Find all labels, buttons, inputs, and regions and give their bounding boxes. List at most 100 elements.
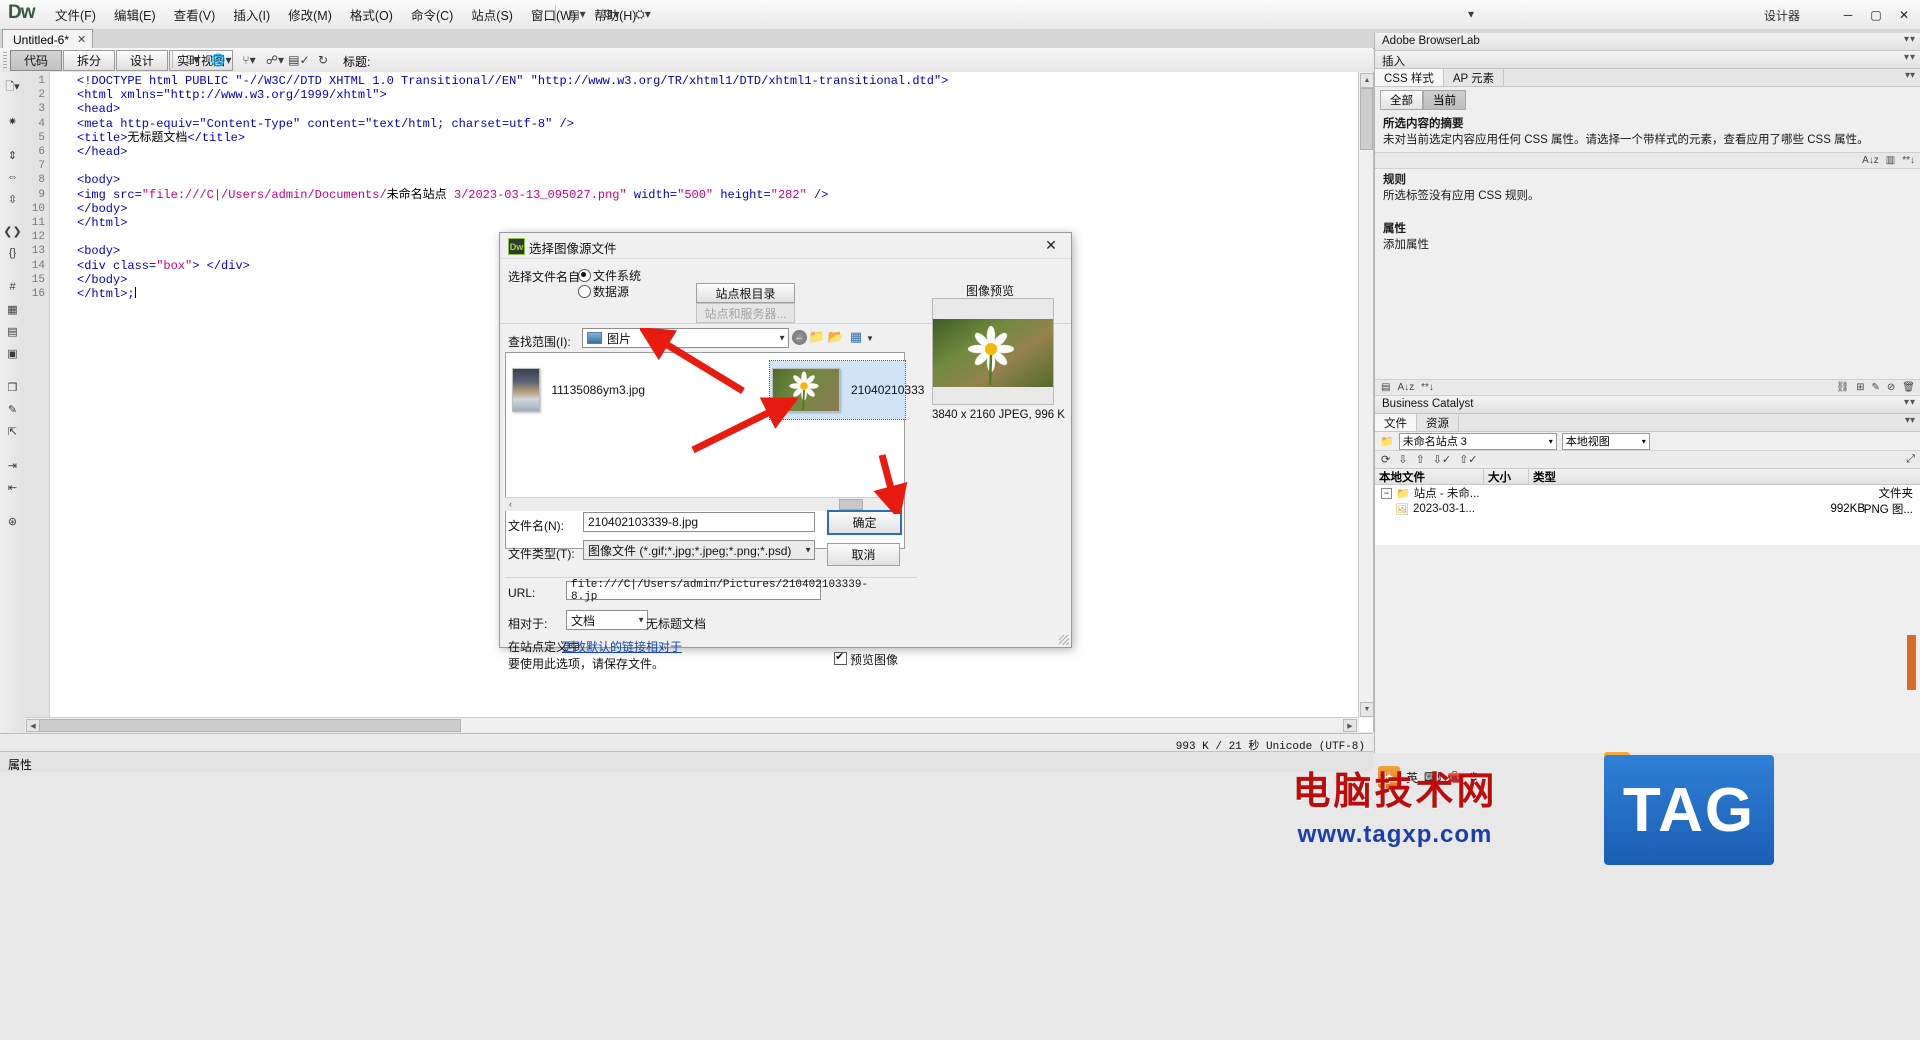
column-local-files[interactable]: 本地文件 [1375, 469, 1484, 484]
remove-comment-icon[interactable]: ▣ [0, 342, 25, 364]
file-list-item[interactable]: 21040210333 [769, 360, 924, 420]
css-add-property[interactable]: 添加属性 [1375, 238, 1920, 257]
code-line[interactable]: 10 </body> [25, 202, 1373, 216]
new-folder-icon[interactable]: 📂 [826, 328, 846, 346]
dialog-title-bar[interactable]: Dw 选择图像源文件 ✕ [500, 233, 1071, 259]
segment-current[interactable]: 当前 [1423, 90, 1466, 110]
highlight-invalid-icon[interactable]: ▦ [0, 298, 25, 320]
expand-icon[interactable]: ⤢ [1906, 453, 1915, 466]
business-catalyst-header[interactable]: Business Catalyst ▾▾ [1375, 396, 1920, 414]
code-line[interactable]: 6 </head> [25, 145, 1373, 159]
code-line[interactable]: 3 <head> [25, 102, 1373, 116]
wrap-tag-icon[interactable]: ❐ [0, 376, 25, 398]
toolbar-grip[interactable] [3, 52, 7, 68]
move-css-icon[interactable]: ⇱ [0, 420, 25, 442]
indent-code-icon[interactable]: ⇥ [0, 454, 25, 476]
lookin-combo[interactable]: 图片 ▼ [582, 328, 789, 348]
code-line[interactable]: 7 [25, 159, 1373, 173]
editor-horizontal-scrollbar[interactable]: ◀ ▶ [25, 717, 1359, 732]
relative-combo[interactable]: 文档 ▼ [566, 610, 648, 630]
view-button-0[interactable]: 代码 [10, 50, 62, 71]
chevron-down-icon[interactable]: ▼ [860, 329, 880, 347]
panel-menu-icon[interactable]: ▾▾ [1904, 34, 1916, 45]
tab-files[interactable]: 文件 [1375, 414, 1417, 431]
attach-style-sheet-icon[interactable]: ⛓ [1836, 382, 1849, 393]
disable-icon[interactable]: ⊘ [1887, 382, 1895, 393]
refresh-icon[interactable]: ↻ [312, 51, 334, 69]
panel-menu-icon[interactable]: ▾▾ [1905, 414, 1920, 431]
set-icon[interactable]: **↓ [1421, 382, 1434, 393]
balance-braces-icon[interactable]: {} [0, 242, 25, 264]
site-root-button[interactable]: 站点根目录 [696, 283, 795, 303]
column-type[interactable]: 类型 [1529, 469, 1587, 484]
radio-data-source[interactable] [578, 285, 591, 298]
list-scroll-thumb[interactable] [839, 499, 863, 510]
dialog-close-button[interactable]: ✕ [1031, 233, 1071, 258]
check-in-icon[interactable]: ⇧✓ [1459, 453, 1477, 466]
highlight-icon[interactable]: ✷ [0, 110, 25, 132]
browserlab-panel-header[interactable]: Adobe BrowserLab ▾▾ [1375, 33, 1920, 51]
horizontal-scroll-thumb[interactable] [39, 719, 461, 732]
edit-rule-icon[interactable]: ✎ [1872, 382, 1880, 393]
radio-file-system[interactable] [578, 269, 591, 282]
menu-item-6[interactable]: 命令(C) [402, 1, 462, 28]
code-line[interactable]: 9 <img src="file:///C|/Users/admin/Docume… [25, 188, 1373, 202]
tab-ap-elements[interactable]: AP 元素 [1444, 69, 1505, 86]
change-default-link-relative[interactable]: 更改默认的链接相对于 [562, 638, 682, 655]
panel-menu-icon[interactable]: ▾▾ [1905, 69, 1920, 86]
tab-assets[interactable]: 资源 [1417, 414, 1459, 431]
apply-comment-icon[interactable]: ▤ [0, 320, 25, 342]
file-tree-row[interactable]: 🖼 2023-03-1... 992KB PNG 图... [1375, 501, 1920, 517]
site-and-servers-button[interactable]: 站点和服务器... [696, 303, 795, 323]
view-button-1[interactable]: 拆分 [63, 50, 115, 71]
scroll-left-icon[interactable]: ‹ [509, 499, 512, 509]
menu-item-0[interactable]: 文件(F) [46, 1, 105, 28]
segment-all[interactable]: 全部 [1380, 90, 1423, 110]
preview-images-checkbox[interactable] [834, 650, 847, 665]
filename-input[interactable]: 210402103339-8.jpg [583, 512, 815, 532]
code-line[interactable]: 11 </html> [25, 216, 1373, 230]
menu-item-3[interactable]: 插入(I) [224, 1, 279, 28]
az-sort-icon[interactable]: ▤ [1381, 382, 1390, 393]
url-input[interactable]: file:///C|/Users/admin/Pictures/21040210… [566, 579, 868, 603]
new-rule-icon[interactable]: ⊞ [1856, 382, 1864, 393]
panel-menu-icon[interactable]: ▾▾ [1904, 52, 1916, 63]
ok-button[interactable]: 确定 [827, 510, 902, 535]
layout-icon[interactable]: ▤▾ [566, 4, 588, 24]
scroll-right-icon[interactable]: › [895, 499, 898, 509]
insert-panel-header[interactable]: 插入 ▾▾ [1375, 51, 1920, 69]
live-code-icon[interactable]: ⌸▾ [182, 51, 204, 69]
cancel-button[interactable]: 取消 [827, 543, 900, 566]
category-icon[interactable]: A↓z [1397, 382, 1414, 393]
menu-item-7[interactable]: 站点(S) [462, 1, 522, 28]
line-numbers-icon[interactable]: # [0, 276, 25, 298]
document-tab[interactable]: Untitled-6* ✕ [2, 29, 94, 49]
maximize-button[interactable]: ▢ [1862, 4, 1890, 26]
property-inspector[interactable]: 属性 [0, 751, 1373, 772]
view-selector[interactable]: 本地视图 ▾ [1561, 432, 1650, 450]
up-folder-icon[interactable]: 📁 [807, 328, 827, 346]
workspace-chevron-icon[interactable]: ▾ [1460, 4, 1482, 24]
scroll-up-icon[interactable]: ▲ [1360, 73, 1373, 88]
tree-expander-icon[interactable]: − [1381, 487, 1392, 499]
close-icon[interactable]: ✕ [77, 33, 86, 46]
minimize-button[interactable]: ─ [1834, 4, 1862, 26]
menu-item-4[interactable]: 修改(M) [279, 1, 341, 28]
scroll-down-icon[interactable]: ▼ [1360, 702, 1373, 717]
outdent-code-icon[interactable]: ⇤ [0, 476, 25, 498]
check-browser-icon[interactable]: ☍▾ [264, 51, 286, 69]
globe-icon[interactable]: 🌐▾ [210, 51, 232, 69]
code-line[interactable]: 4 <meta http-equiv="Content-Type" content… [25, 117, 1373, 131]
close-button[interactable]: ✕ [1890, 4, 1918, 26]
column-size[interactable]: 大小 [1484, 469, 1529, 484]
collapse-full-tag-icon[interactable]: ⇕ [0, 144, 25, 166]
editor-vertical-scrollbar[interactable]: ▲ ▼ [1358, 72, 1373, 718]
select-parent-tag-icon[interactable]: ❮❯ [0, 220, 25, 242]
extend-icon[interactable]: ⛭▾ [632, 4, 654, 24]
file-management-icon[interactable]: ▤✓ [288, 51, 310, 69]
files-tree[interactable]: − 📁 站点 - 未命... 文件夹 🖼 2023-03-1... 992KB PNG 图..… [1375, 485, 1920, 545]
site-selector[interactable]: 未命名站点 3 ▾ [1398, 432, 1557, 450]
check-out-icon[interactable]: ⇩✓ [1433, 453, 1451, 466]
code-line[interactable]: 1 <!DOCTYPE html PUBLIC "-//W3C//DTD XHTM… [25, 74, 1373, 88]
set-icon[interactable]: **↓ [1902, 155, 1915, 166]
